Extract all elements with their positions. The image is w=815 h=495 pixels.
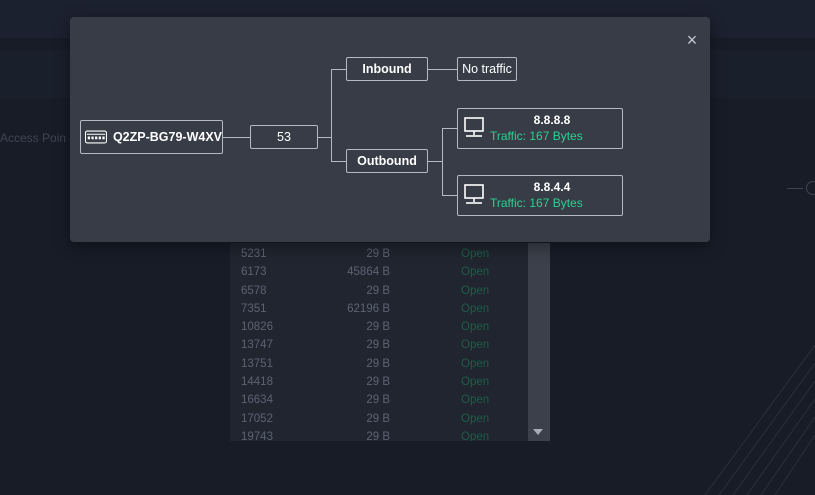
ports-table-scrollbar[interactable] [528,243,550,441]
size-cell: 29 B [366,248,390,260]
port-cell: 5231 [241,248,267,260]
status-cell: Open [461,321,490,334]
background-access-point-label: Access Poin [0,131,67,145]
scroll-down-arrow-icon[interactable] [533,429,543,435]
traffic-value: 167 Bytes [529,129,583,143]
port-cell: 13751 [241,357,273,370]
size-cell: 29 B [366,284,390,297]
outbound-label: Outbound [357,154,417,168]
background-decorative-lines [704,344,815,495]
traffic-label: Traffic: [490,196,527,210]
status-cell: Open [461,376,490,389]
background-node-circle [806,181,815,195]
device-node[interactable]: Q2ZP-BG79-W4XV [80,120,223,154]
status-cell: Open [461,266,490,279]
port-cell: 14418 [241,376,273,389]
table-row[interactable]: 7351 62196 B Open [230,300,528,318]
port-cell: 6578 [241,284,267,297]
ports-table-rows: 5231 29 B Open 6173 45864 B Open 6578 29 B Open 7… [230,245,528,441]
table-row[interactable]: 16634 29 B Open [230,391,528,409]
network-switch-icon [85,130,107,144]
size-cell: 29 B [366,394,390,407]
status-cell: Open [461,284,490,297]
size-cell: 29 B [366,339,390,352]
port-cell: 19743 [241,430,273,441]
table-row[interactable]: 19743 29 B Open [230,428,528,441]
destination-traffic: Traffic: 167 Bytes [490,196,583,210]
table-row[interactable]: 6578 29 B Open [230,282,528,300]
size-cell: 45864 B [347,266,390,279]
port-cell: 16634 [241,394,273,407]
table-row[interactable]: 13751 29 B Open [230,355,528,373]
table-row[interactable]: 14418 29 B Open [230,373,528,391]
size-cell: 29 B [366,430,390,441]
table-row[interactable]: 13747 29 B Open [230,336,528,354]
size-cell: 62196 B [347,302,390,315]
inbound-result: No traffic [462,62,512,76]
port-cell: 17052 [241,412,273,425]
traffic-label: Traffic: [490,129,527,143]
status-cell: Open [461,430,490,441]
background-connector-line [787,188,803,189]
table-row[interactable]: 10826 29 B Open [230,318,528,336]
inbound-label: Inbound [362,62,412,76]
port-number: 53 [277,130,291,144]
ports-table[interactable]: 5231 29 B Open 6173 45864 B Open 6578 29 B Open 7… [230,243,550,441]
table-row[interactable]: 5231 29 B Open [230,245,528,263]
size-cell: 29 B [366,376,390,389]
destination-ip: 8.8.8.8 [533,113,571,127]
port-cell: 10826 [241,321,273,334]
status-cell: Open [461,357,490,370]
status-cell: Open [461,302,490,315]
port-cell: 7351 [241,302,267,315]
outbound-node[interactable]: Outbound [346,149,428,173]
status-cell: Open [461,339,490,352]
traffic-value: 167 Bytes [529,196,583,210]
table-row[interactable]: 6173 45864 B Open [230,263,528,281]
destination-ip: 8.8.4.4 [533,180,571,194]
size-cell: 29 B [366,357,390,370]
port-cell: 6173 [241,266,267,279]
status-cell: Open [461,248,490,260]
port-node[interactable]: 53 [250,125,318,149]
size-cell: 29 B [366,321,390,334]
destination-node-2[interactable]: 8.8.4.4 Traffic: 167 Bytes [457,175,623,216]
table-row[interactable]: 17052 29 B Open [230,410,528,428]
size-cell: 29 B [366,412,390,425]
device-name: Q2ZP-BG79-W4XV [112,130,222,144]
destination-node-1[interactable]: 8.8.8.8 Traffic: 167 Bytes [457,108,623,149]
inbound-node[interactable]: Inbound [346,57,428,81]
port-cell: 13747 [241,339,273,352]
status-cell: Open [461,412,490,425]
status-cell: Open [461,394,490,407]
port-traffic-modal: × Q2ZP-BG79-W4XV 53 Inbound No traffic O… [70,17,710,242]
destination-traffic: Traffic: 167 Bytes [490,129,583,143]
inbound-no-traffic-node: No traffic [457,57,517,81]
